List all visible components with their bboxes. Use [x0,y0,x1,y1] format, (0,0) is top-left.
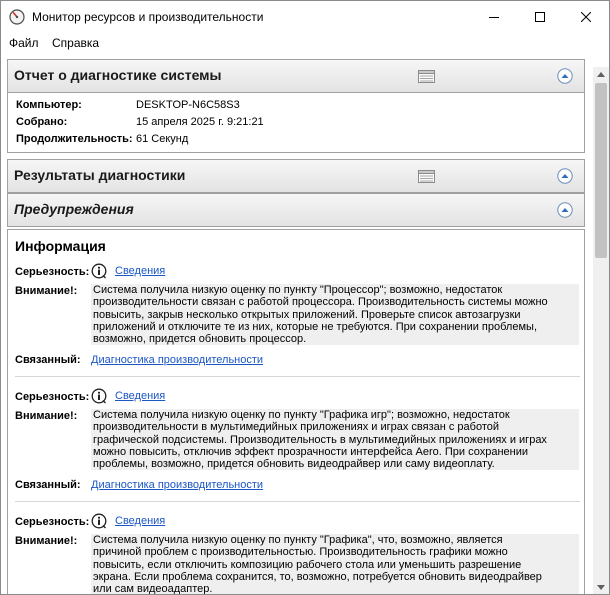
duration-row: Продолжительность: 61 Секунд [16,133,188,145]
system-report-body: Компьютер: DESKTOP-N6C58S3 Собрано: 15 апр… [7,93,585,153]
warning-label: Внимание!: [15,535,78,547]
collected-label: Собрано: [16,116,68,128]
warning-label: Внимание!: [15,410,78,422]
app-window: Монитор ресурсов и производительности Фа… [0,0,610,595]
report-content: Отчет о диагностике системы Компьютер: DE… [1,53,609,594]
menu-help[interactable]: Справка [52,36,99,50]
performance-diagnostics-link[interactable]: Диагностика производительности [91,354,263,366]
details-link[interactable]: Сведения [115,390,165,402]
message-line: возможно, придется обновить процессор. [93,333,307,346]
menu-bar: Файл Справка [1,33,609,53]
severity-label: Серьезность: [15,266,90,278]
info-icon [91,388,107,404]
scrollbar-thumb[interactable] [595,83,607,258]
collected-row: Собрано: 15 апреля 2025 г. 9:21:21 [16,116,264,128]
message-line: экрана. Если проблема сохранится, то, во… [93,570,542,583]
title-bar[interactable]: Монитор ресурсов и производительности [1,1,609,33]
close-button[interactable] [563,1,609,33]
message-line: Система получила низкую оценку по пункту… [93,409,510,421]
warning-message: Система получила низкую оценку по пункту… [91,284,579,346]
info-entry: Серьезность: Сведения Внимание!: Система… [15,263,580,377]
performance-diagnostics-link[interactable]: Диагностика производительности [91,479,263,491]
related-label: Связанный: [15,354,81,366]
system-report-title: Отчет о диагностике системы [14,67,222,83]
collapse-up-icon[interactable] [557,168,573,184]
computer-label: Компьютер: [16,99,82,111]
severity-label: Серьезность: [15,516,90,528]
window-title: Монитор ресурсов и производительности [32,10,264,24]
message-line: можно повысить, отключив эффект прозрачн… [93,445,529,458]
message-line: повысить, закрыв несколько открытых прил… [93,308,521,321]
details-link[interactable]: Сведения [115,265,165,277]
warning-message: Система получила низкую оценку по пункту… [91,409,579,471]
close-icon [581,12,591,22]
duration-value: 61 Секунд [136,133,189,145]
message-line: приложений и отключите те из них, которы… [93,320,537,333]
details-link[interactable]: Сведения [115,515,165,527]
maximize-button[interactable] [517,1,563,33]
results-title: Результаты диагностики [14,167,186,183]
menu-file[interactable]: Файл [9,36,39,50]
message-line: Система получила низкую оценку по пункту… [93,534,503,546]
collapse-up-icon[interactable] [557,68,573,84]
results-header[interactable]: Результаты диагностики [7,159,585,193]
warning-message: Система получила низкую оценку по пункту… [91,534,579,594]
system-report-header[interactable]: Отчет о диагностике системы [7,59,585,93]
minimize-icon [489,17,499,18]
message-line: или сам видеоадаптер. [93,583,213,594]
severity-label: Серьезность: [15,391,90,403]
warnings-header[interactable]: Предупреждения [7,193,585,227]
scroll-up-icon [597,71,605,77]
report-view-icon[interactable] [418,70,435,83]
info-entry: Серьезность: Сведения Внимание!: Система… [15,513,580,594]
scroll-up-button[interactable] [593,67,609,81]
maximize-icon [535,12,545,22]
related-label: Связанный: [15,479,81,491]
collected-value: 15 апреля 2025 г. 9:21:21 [136,116,264,128]
minimize-button[interactable] [471,1,517,33]
report-scroll-area[interactable]: Отчет о диагностике системы Компьютер: DE… [1,53,591,594]
message-line: проблемы, возможно, придется обновить ви… [93,458,495,471]
warnings-title: Предупреждения [14,201,134,217]
report-view-icon[interactable] [418,170,435,183]
computer-value: DESKTOP-N6C58S3 [136,99,240,111]
message-line: производительности в мультимедийных прил… [93,421,500,434]
info-icon [91,513,107,529]
resource-monitor-icon [9,9,25,25]
entry-separator [15,501,580,502]
duration-label: Продолжительность: [16,133,133,145]
warning-label: Внимание!: [15,285,78,297]
information-title: Информация [15,238,106,254]
info-icon [91,263,107,279]
collapse-up-icon[interactable] [557,202,573,218]
entry-separator [15,376,580,377]
information-panel: Информация Серьезность: Сведения Внимани… [7,229,585,594]
scroll-down-icon [597,584,605,590]
scroll-down-button[interactable] [593,580,609,594]
message-line: повысить, если отключить композицию рабо… [93,558,522,571]
computer-row: Компьютер: DESKTOP-N6C58S3 [16,99,240,111]
message-line: графической подсистемы. Производительнос… [93,433,547,446]
info-entry: Серьезность: Сведения Внимание!: Система… [15,388,580,502]
message-line: Система получила низкую оценку по пункту… [93,284,503,296]
message-line: производительности связан с работой проц… [93,296,548,309]
message-line: причиной проблем с производительностью. … [93,546,508,559]
